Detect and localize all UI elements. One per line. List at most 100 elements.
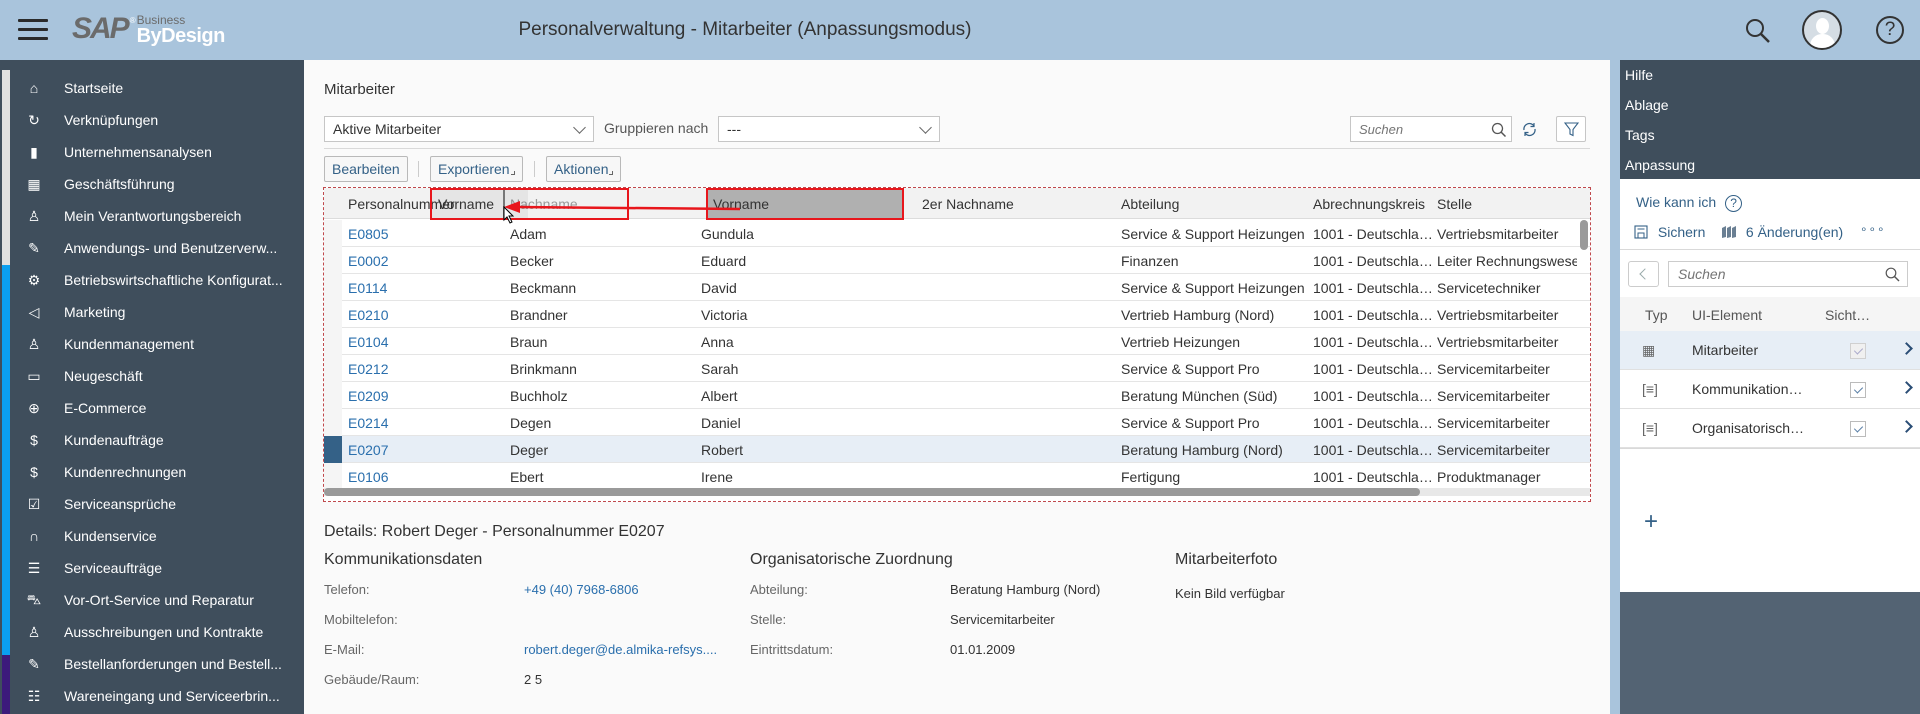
search-icon[interactable] — [1885, 267, 1900, 282]
sidebar-item[interactable]: ☰ Serviceaufträge — [10, 552, 304, 584]
back-button[interactable] — [1628, 261, 1659, 287]
table-row[interactable]: E0104 Braun Anna Vertrieb Heizungen 1001 - D… — [324, 328, 1590, 355]
cell-id[interactable]: E0210 — [348, 307, 488, 323]
how-to-link[interactable]: Wie kann ich ? — [1636, 194, 1743, 212]
group-by-dropdown[interactable]: --- — [718, 116, 940, 142]
sidebar-item[interactable]: ⊕ E-Commerce — [10, 392, 304, 424]
sidebar-item[interactable]: ☷ Wareneingang und Serviceerbrin... — [10, 680, 304, 712]
sidebar-item[interactable]: ◁ Marketing — [10, 296, 304, 328]
comm-field-value[interactable]: robert.deger@de.almika-refsys.... — [524, 642, 717, 657]
cell-id[interactable]: E0214 — [348, 415, 488, 431]
row-selector[interactable] — [324, 274, 342, 301]
menu-ablage[interactable]: Ablage — [1625, 97, 1669, 113]
sidebar-item[interactable]: ⚙ Betriebswirtschaftliche Konfigurat... — [10, 264, 304, 296]
sidebar-item[interactable]: ▮ Unternehmensanalysen — [10, 136, 304, 168]
edit-button[interactable]: Bearbeiten — [324, 156, 408, 182]
sidebar-item[interactable]: ✎ Anwendungs- und Benutzerverw... — [10, 232, 304, 264]
clipboard-list-icon: ☰ — [27, 559, 41, 576]
menu-tags[interactable]: Tags — [1625, 127, 1655, 143]
sidebar-item[interactable]: $ Kundenaufträge — [10, 424, 304, 456]
sidebar-item[interactable]: ♙ Mein Verantwortungsbereich — [10, 200, 304, 232]
sidebar-item[interactable]: ⌂ Startseite — [10, 72, 304, 104]
table-row[interactable]: E0214 Degen Daniel Service & Support Pro 100… — [324, 409, 1590, 436]
column-header-abrechnungskreis[interactable]: Abrechnungskreis — [1313, 196, 1425, 212]
cell-id[interactable]: E0805 — [348, 226, 488, 242]
more-options-icon[interactable]: ∘∘∘ — [1860, 222, 1886, 236]
comm-field-label: Gebäude/Raum: — [324, 672, 420, 687]
row-selector[interactable] — [324, 247, 342, 274]
column-header-abteilung[interactable]: Abteilung — [1121, 196, 1179, 212]
search-icon[interactable] — [1744, 17, 1772, 48]
table-search[interactable] — [1350, 116, 1512, 142]
sidebar-item[interactable]: ↻ Verknüpfungen — [10, 104, 304, 136]
table-row[interactable]: E0207 Deger Robert Beratung Hamburg (Nord) 1… — [324, 436, 1590, 463]
row-selector[interactable] — [324, 355, 342, 382]
user-avatar-icon[interactable] — [1802, 10, 1842, 50]
sidebar-item[interactable]: ▭ Neugeschäft — [10, 360, 304, 392]
row-selector[interactable] — [324, 436, 342, 463]
group-by-value: --- — [727, 121, 741, 137]
table-row[interactable]: E0209 Buchholz Albert Beratung München (Süd… — [324, 382, 1590, 409]
sidebar-item[interactable]: ☑ Serviceansprüche — [10, 488, 304, 520]
table-row[interactable]: E0210 Brandner Victoria Vertrieb Hamburg (N… — [324, 301, 1590, 328]
view-dropdown[interactable]: Aktive Mitarbeiter — [324, 116, 594, 142]
actions-button[interactable]: Aktionen — [546, 156, 622, 182]
sidebar-item[interactable]: ♙ Kundenmanagement — [10, 328, 304, 360]
cell-id[interactable]: E0002 — [348, 253, 488, 269]
panel-search-input[interactable] — [1669, 262, 1869, 286]
menu-hilfe[interactable]: Hilfe — [1625, 67, 1653, 83]
menu-anpassung[interactable]: Anpassung — [1625, 157, 1695, 173]
filter-button[interactable] — [1556, 116, 1586, 142]
visibility-checkbox[interactable] — [1850, 421, 1866, 437]
chevron-right-icon[interactable] — [1900, 342, 1913, 355]
search-input[interactable] — [1351, 117, 1461, 141]
table-row[interactable]: E0114 Beckmann David Service & Support Heiz… — [324, 274, 1590, 301]
refresh-icon[interactable] — [1521, 121, 1538, 138]
row-selector[interactable] — [324, 328, 342, 355]
cell-first: Irene — [701, 469, 733, 485]
search-icon[interactable] — [1491, 122, 1507, 138]
panel-search[interactable] — [1668, 261, 1908, 287]
chevron-right-icon[interactable] — [1900, 381, 1913, 394]
save-icon — [1634, 225, 1648, 239]
export-button[interactable]: Exportieren — [430, 156, 523, 182]
cell-id[interactable]: E0209 — [348, 388, 488, 404]
row-selector[interactable] — [324, 409, 342, 436]
visibility-checkbox[interactable] — [1850, 382, 1866, 398]
sidebar-item[interactable]: ∩ Kundenservice — [10, 520, 304, 552]
chevron-right-icon[interactable] — [1900, 420, 1913, 433]
sidebar-item-label: Mein Verantwortungsbereich — [64, 208, 242, 224]
changes-button[interactable]: 6 Änderung(en) — [1720, 224, 1843, 240]
cell-id[interactable]: E0114 — [348, 280, 488, 296]
sidebar-item[interactable]: ⛍ Vor-Ort-Service und Reparatur — [10, 584, 304, 616]
cell-id[interactable]: E0212 — [348, 361, 488, 377]
add-icon[interactable]: + — [1644, 510, 1658, 534]
sidebar-item[interactable]: ✎ Bestellanforderungen und Bestell... — [10, 648, 304, 680]
help-icon[interactable]: ? — [1876, 16, 1904, 44]
save-button[interactable]: Sichern — [1634, 224, 1705, 240]
table-row[interactable]: E0106 Ebert Irene Fertigung 1001 - Deutschla… — [324, 463, 1590, 490]
cell-id[interactable]: E0106 — [348, 469, 488, 485]
ui-element-row[interactable]: [≡] Kommunikationsdaten — [1620, 370, 1920, 409]
table-row[interactable]: E0805 Adam Gundula Service & Support Heizun… — [324, 220, 1590, 247]
ui-element-row[interactable]: ▦ Mitarbeiter — [1620, 331, 1920, 370]
table-row[interactable]: E0002 Becker Eduard Finanzen 1001 - Deutschl… — [324, 247, 1590, 274]
row-selector[interactable] — [324, 463, 342, 490]
visibility-checkbox[interactable] — [1850, 343, 1866, 359]
row-selector[interactable] — [324, 220, 342, 247]
sidebar-item[interactable]: ▦ Geschäftsführung — [10, 168, 304, 200]
cell-first: Anna — [701, 334, 734, 350]
ui-element-row[interactable]: [≡] Organisatorische Zuordnung — [1620, 409, 1920, 448]
column-header-stelle[interactable]: Stelle — [1437, 196, 1472, 212]
row-selector[interactable] — [324, 382, 342, 409]
horizontal-scrollbar-thumb[interactable] — [324, 488, 1420, 496]
comm-field-value[interactable]: +49 (40) 7968-6806 — [524, 582, 639, 597]
table-row[interactable]: E0212 Brinkmann Sarah Service & Support Pro… — [324, 355, 1590, 382]
sidebar-item[interactable]: $ Kundenrechnungen — [10, 456, 304, 488]
vertical-scrollbar[interactable] — [1580, 220, 1588, 250]
cell-id[interactable]: E0104 — [348, 334, 488, 350]
horizontal-scrollbar[interactable] — [324, 488, 1590, 496]
sidebar-item[interactable]: ♙ Ausschreibungen und Kontrakte — [10, 616, 304, 648]
row-selector[interactable] — [324, 301, 342, 328]
cell-id[interactable]: E0207 — [348, 442, 488, 458]
